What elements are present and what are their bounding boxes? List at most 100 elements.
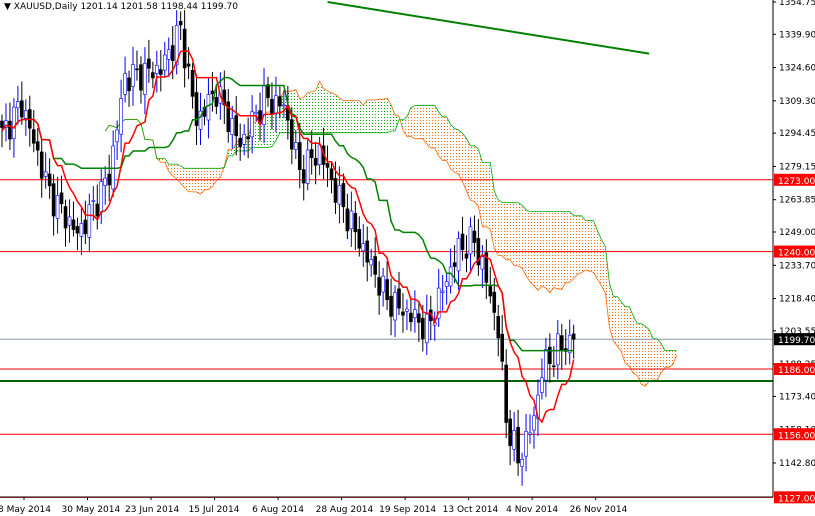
ichimoku-cloud-segment [359,100,364,133]
candle-body [571,333,576,340]
ichimoku-cloud-segment [474,145,479,207]
candle [20,81,24,125]
ichimoku-cloud-segment [589,220,594,273]
candle [381,267,385,307]
candle [309,130,314,175]
ichimoku-cloud-segment [664,350,669,368]
candle [301,154,306,201]
candle [55,176,60,234]
level-price-label: 1156.00 [778,431,815,441]
candle-body [270,98,274,115]
candle-body [552,365,556,368]
y-tick-label: 1173.40 [779,392,815,402]
candle [436,268,441,328]
candle [448,248,453,294]
candle [476,219,481,276]
ichimoku-cloud-segment [442,116,447,161]
candle-body [472,230,477,243]
chart-title: ▼ XAUUSD,Daily 1201.14 1201.58 1198.44 1… [4,2,238,12]
ichimoku-cloud-segment [585,220,590,272]
candle [353,201,358,250]
ichimoku-cloud-segment [569,211,574,283]
y-tick-label: 1233.70 [779,261,815,271]
candle [424,294,429,355]
candle-body [448,266,453,287]
ichimoku-cloud-segment [573,215,578,279]
candle-body [504,364,508,423]
candle [540,358,544,400]
candle [266,76,270,107]
ichimoku-cloud-segment [375,99,380,133]
candle-body [206,94,211,121]
candle-body [528,432,532,435]
candle-body [246,136,250,140]
ichimoku-cloud-segment [522,204,527,276]
x-tick-label: 4 Nov 2014 [506,505,558,515]
ichimoku-cloud-segment [160,158,165,163]
candle [238,123,242,161]
candle-body [91,200,96,202]
candle [59,175,64,214]
y-tick-label: 1249.00 [779,228,815,238]
candle [345,193,350,240]
current-price-label: 1199.70 [778,336,815,346]
y-tick-label: 1263.85 [779,196,815,206]
ichimoku-cloud-segment [299,97,304,133]
ichimoku-cloud-segment [323,88,328,133]
ichimoku-cloud-segment [454,128,459,174]
candle-body [131,64,135,87]
price-chart[interactable]: 1354.75 1339.90 1324.60 1309.30 1294.45 1279.… [0,0,815,516]
candle [377,261,381,315]
candle-body [492,291,497,313]
candle-body [345,208,350,232]
ichimoku-cloud-segment [371,99,376,133]
candle-body [357,229,362,249]
candle [75,217,80,251]
candle [357,216,362,257]
ichimoku-cloud-segment [204,168,209,191]
candle-body [147,58,151,69]
candle [571,324,576,359]
candle-body [389,295,393,317]
candle-body [440,290,445,293]
candle-body [353,213,358,233]
ichimoku-cloud-segment [391,104,396,132]
collapse-triangle-icon[interactable]: ▼ [4,2,11,12]
candle-body [190,69,195,97]
candle [178,11,183,41]
candle-body [337,185,342,205]
candle-body [24,110,28,119]
candle-body [540,377,544,393]
ichimoku-cloud-segment [629,306,634,373]
candle [107,154,111,202]
candle [532,406,536,449]
candle-body [297,142,302,171]
ichimoku-cloud-segment [486,162,491,230]
candle [35,128,40,166]
ichimoku-cloud-segment [446,116,451,169]
candle-body [95,203,100,217]
candle [43,152,48,189]
candle-body [385,279,389,301]
candle-body [341,183,346,208]
candle [190,62,195,109]
x-tick-label: 28 Aug 2014 [316,505,374,515]
candle-body [35,141,40,151]
candle-body [413,309,417,319]
candle-body [71,219,76,230]
candle-body [234,115,239,137]
candle-body [0,120,4,128]
level-price-label: 1273.00 [778,177,815,187]
ichimoku-cloud-segment [339,97,344,133]
ichimoku-cloud-segment [426,105,431,148]
ichimoku-cloud-segment [331,92,336,133]
candle-body [488,286,493,297]
candle-body [51,183,56,217]
ohlc-high: 1201.58 [120,2,158,12]
candle-body [282,104,286,107]
ichimoku-cloud-segment [617,296,622,352]
candle-body [369,259,374,266]
ichimoku-cloud-segment [526,209,531,282]
candle-body [508,418,512,447]
candle-body [381,275,385,293]
